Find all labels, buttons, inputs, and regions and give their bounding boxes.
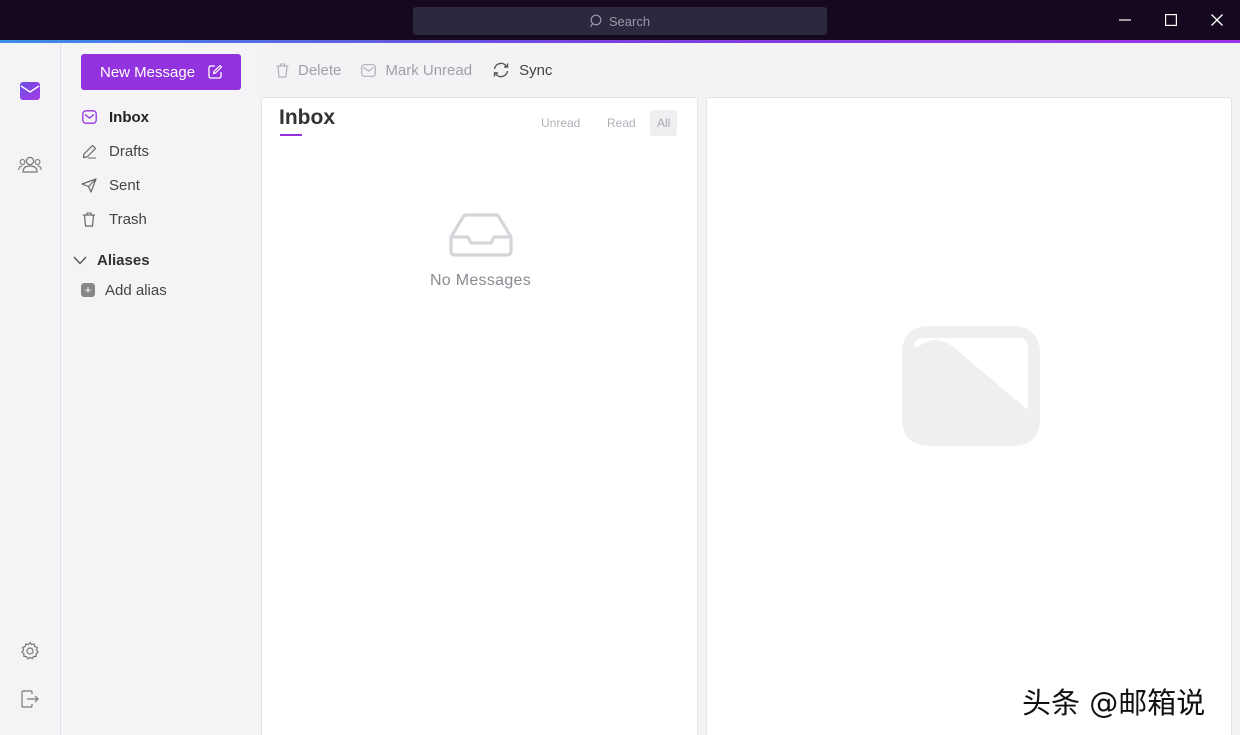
search-placeholder: Search (608, 13, 651, 29)
envelope-icon (361, 63, 377, 77)
filter-unread[interactable]: Unread (534, 110, 587, 136)
close-icon (1211, 14, 1223, 26)
delete-button[interactable]: Delete (276, 62, 341, 79)
title-underline (280, 134, 302, 136)
folder-item-inbox[interactable]: Inbox (81, 103, 251, 131)
folder-item-trash[interactable]: Trash (81, 205, 251, 233)
folder-label: Sent (109, 176, 140, 194)
new-message-label: New Message (100, 63, 196, 81)
title-bar: Search (0, 0, 1240, 40)
minimize-icon (1119, 19, 1131, 21)
list-title: Inbox (279, 106, 335, 129)
plus-icon: + (81, 283, 95, 297)
empty-text: No Messages (429, 272, 532, 289)
app-rail (0, 43, 61, 735)
compose-icon (208, 64, 223, 79)
send-icon (81, 177, 97, 193)
minimize-button[interactable] (1102, 0, 1148, 40)
add-alias-label: Add alias (105, 281, 167, 299)
aliases-label: Aliases (97, 251, 150, 269)
empty-inbox-icon (448, 213, 513, 257)
reading-pane (706, 97, 1232, 735)
logout-icon (21, 690, 39, 708)
app-logo-icon (902, 326, 1040, 446)
aliases-toggle[interactable]: Aliases (73, 246, 150, 274)
message-list-pane: Inbox Unread Read All No Messages (261, 97, 698, 735)
chevron-down-icon (73, 256, 87, 264)
pencil-icon (81, 143, 97, 159)
maximize-icon (1165, 14, 1177, 26)
folder-pane: New Message Inbox Drafts Sent Trash Alia… (61, 43, 260, 735)
watermark: 头条 @邮箱说 (1022, 686, 1206, 720)
folder-label: Inbox (109, 108, 149, 126)
sync-button[interactable]: Sync (492, 62, 552, 79)
mark-unread-label: Mark Unread (385, 61, 473, 79)
new-message-button[interactable]: New Message (81, 54, 241, 90)
folder-label: Drafts (109, 142, 150, 160)
message-toolbar: Delete Mark Unread Sync (262, 43, 558, 97)
rail-settings-button[interactable] (10, 633, 50, 669)
folder-item-drafts[interactable]: Drafts (81, 137, 251, 165)
maximize-button[interactable] (1148, 0, 1194, 40)
folder-item-sent[interactable]: Sent (81, 171, 251, 199)
close-button[interactable] (1194, 0, 1240, 40)
filter-all[interactable]: All (650, 110, 678, 136)
mail-icon (20, 82, 40, 100)
mark-unread-button[interactable]: Mark Unread (361, 62, 472, 79)
search-box[interactable]: Search (413, 7, 827, 35)
rail-mail-button[interactable] (10, 73, 50, 109)
folder-label: Trash (109, 210, 147, 228)
rail-contacts-button[interactable] (10, 146, 50, 182)
add-alias-button[interactable]: + Add alias (81, 276, 167, 304)
contacts-icon (18, 156, 42, 173)
sync-icon (493, 62, 509, 78)
settings-icon (21, 641, 39, 660)
trash-icon (276, 62, 289, 78)
rail-logout-button[interactable] (10, 681, 50, 717)
search-icon (589, 14, 602, 28)
sync-label: Sync (519, 61, 553, 79)
inbox-icon (81, 109, 97, 125)
empty-state: No Messages (262, 213, 699, 290)
filter-read[interactable]: Read (600, 110, 643, 136)
trash-icon (81, 211, 97, 227)
delete-label: Delete (298, 61, 342, 79)
